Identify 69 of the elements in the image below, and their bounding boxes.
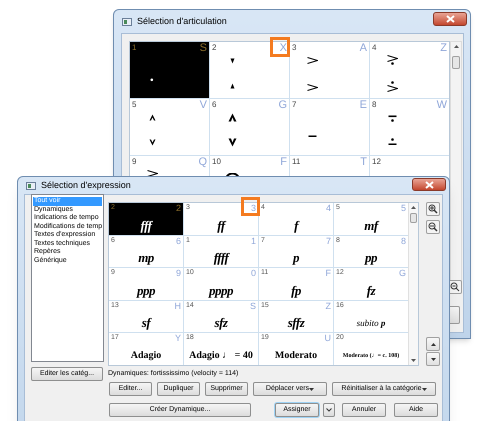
expression-text: Moderato [274,348,318,363]
articulation-cell[interactable]: 7 E [290,99,369,155]
shortcut-key: Z [326,300,331,311]
expression-text: fz [366,284,376,298]
shortcut-key: T [360,156,367,168]
shortcut-key: Q [198,156,207,168]
articulation-cell[interactable]: 5 V [130,99,209,155]
shortcut-key: 5 [400,203,406,213]
shortcut-key: 8 [400,236,406,246]
expression-text: sfz [214,316,228,330]
cell-number: 5 [132,99,136,111]
shortcut-key: E [360,99,367,111]
cell-number: 9 [132,156,136,168]
shortcut-key: H [174,300,181,311]
expression-text: ffff [214,251,228,266]
expression-text: f [294,218,298,233]
shortcut-key: F [326,268,331,278]
expression-text: fp [291,284,301,298]
cell-number: 11 [292,156,300,168]
cell-number: 10 [212,156,221,168]
expression-text: ppp [137,284,155,298]
shortcut-key: 4 [326,203,331,213]
cell-number: 6 [212,99,216,111]
cell-number: 2 [212,42,216,54]
expression-text: Adagio [130,348,162,363]
expression-text: ff [217,218,225,233]
expression-text: pp [365,251,377,266]
expression-text: Adagio ♩ = 40 [189,348,253,363]
expression-text: mp [138,251,154,266]
window-title: Sélection d'articulation [137,14,227,28]
shortcut-key: Y [174,333,181,344]
cell-number: 7 [292,99,296,111]
articulation-cell[interactable]: 4 Z [370,42,449,98]
articulation-cell[interactable]: 1 S [130,42,209,98]
cell-number: 3 [292,42,296,54]
shortcut-key: A [360,42,367,54]
expression-text: subito p [356,317,386,330]
articulation-cell[interactable]: 6 G [210,99,289,155]
expression-text: fff [140,218,152,233]
expression-text: pppp [209,284,233,298]
shortcut-key: 7 [326,236,331,246]
shortcut-key: 6 [176,236,181,246]
cell-number: 4 [372,42,376,54]
shortcut-key: S [200,42,207,54]
expression-text: sf [142,316,150,330]
shortcut-key: V [200,99,207,111]
cell-number: 1 [132,42,136,54]
expression-text: mf [364,218,378,233]
shortcut-key: 3 [250,203,256,213]
shortcut-key: U [324,333,331,344]
shortcut-key: 9 [176,268,181,278]
shortcut-key: X [280,42,287,54]
articulation-cell[interactable]: 3 A [290,42,369,98]
expression-text: p [293,251,299,266]
window-title: Sélection d'expression [41,178,131,192]
shortcut-key: F [280,156,287,168]
shortcut-key: 1 [250,236,256,246]
shortcut-key: W [436,99,447,111]
expression-text: sffz [288,316,304,330]
cell-number: 8 [372,99,376,111]
shortcut-key: 0 [250,268,256,278]
shortcut-key: G [278,99,287,111]
articulation-cell[interactable]: 8 W [370,99,449,155]
articulation-cell[interactable]: 2 X [210,42,289,98]
shortcut-key: S [250,300,256,311]
shortcut-key: Z [440,42,447,54]
shortcut-key: G [398,268,406,278]
cell-number: 12 [372,156,381,168]
shortcut-key: 2 [176,203,181,213]
